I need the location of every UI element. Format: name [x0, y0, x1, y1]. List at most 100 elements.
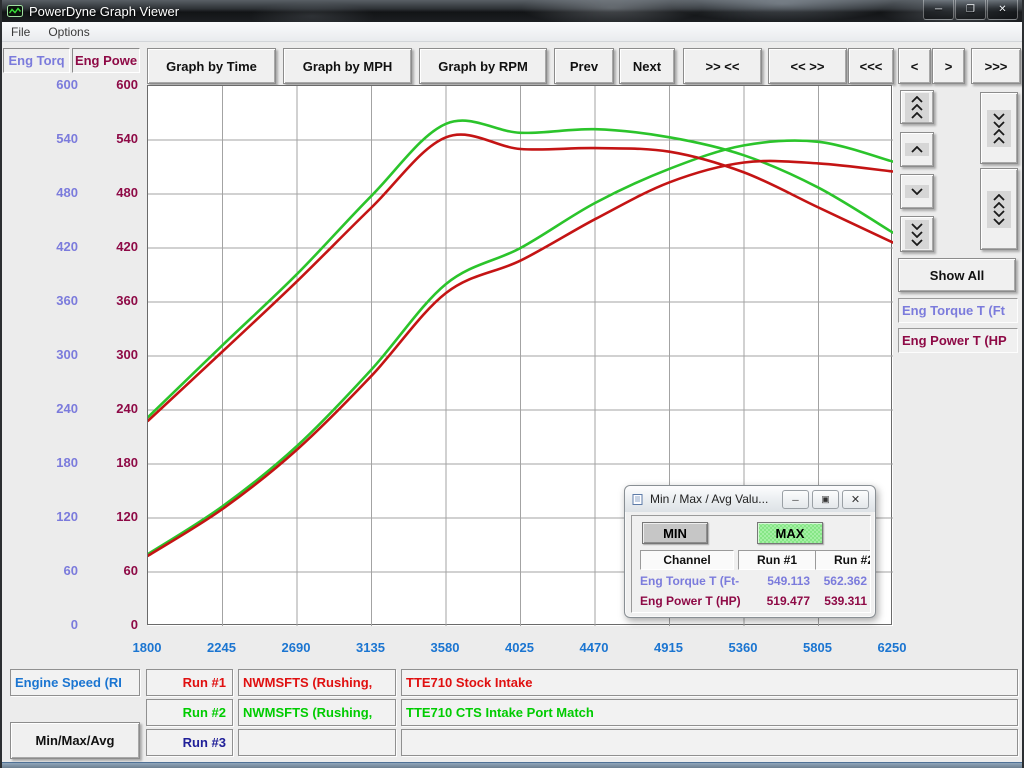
dialog-column-header-run-1: Run #1 — [738, 550, 816, 570]
dialog-column-header-channel: Channel — [640, 550, 734, 570]
run-desc-text-2: TTE710 CTS Intake Port Match — [406, 705, 594, 720]
toolbar-button-[interactable]: <<< — [848, 48, 894, 84]
toolbar-button-graph-by-time[interactable]: Graph by Time — [147, 48, 276, 84]
run-label-box-1: Run #1 — [146, 669, 233, 696]
close-button[interactable]: ✕ — [987, 0, 1018, 20]
y-tick-power-540: 540 — [82, 131, 138, 147]
x-axis-channel-box: Engine Speed (RI — [10, 669, 140, 696]
run-file-box-1: NWMSFTS (Rushing, — [238, 669, 396, 696]
y-tick-power-360: 360 — [82, 293, 138, 309]
x-tick-4915: 4915 — [639, 640, 699, 656]
dialog-title: Min / Max / Avg Valu... — [650, 492, 768, 506]
toolbar-button-graph-by-rpm[interactable]: Graph by RPM — [419, 48, 547, 84]
y-tick-power-480: 480 — [82, 185, 138, 201]
y-tick-power-420: 420 — [82, 239, 138, 255]
run-desc-box-1: TTE710 Stock Intake — [401, 669, 1018, 696]
y-tick-torque-0: 0 — [16, 617, 78, 633]
x-tick-4470: 4470 — [564, 640, 624, 656]
chevrons-converge-icon — [987, 110, 1011, 147]
tab-eng-torque[interactable]: Eng Torq — [3, 48, 70, 73]
menu-options[interactable]: Options — [39, 23, 98, 41]
minimize-button[interactable]: ─ — [923, 0, 954, 20]
dialog-titlebar[interactable]: Min / Max / Avg Valu... ─ ▣ ✕ — [625, 486, 875, 512]
y-tick-torque-420: 420 — [16, 239, 78, 255]
scroll-bottom-button[interactable] — [900, 216, 934, 252]
chevron-down-icon — [905, 185, 929, 198]
toolbar-button-[interactable]: > — [932, 48, 965, 84]
dialog-row-run2-value-1: 562.362 — [815, 574, 867, 588]
toolbar-button-next[interactable]: Next — [619, 48, 675, 84]
compress-scale-button[interactable] — [980, 92, 1018, 164]
channel-label-power[interactable]: Eng Power T (HP — [898, 328, 1018, 353]
min-button-label: MIN — [663, 526, 687, 541]
window-bottom-border — [2, 762, 1024, 768]
dialog-panel: MIN MAX ChannelRun #1Run #2 Eng Torque T … — [631, 515, 871, 613]
dialog-row-run2-value-2: 539.311 — [815, 594, 867, 608]
toolbar-button-[interactable]: << >> — [768, 48, 847, 84]
x-tick-4025: 4025 — [490, 640, 550, 656]
x-tick-3135: 3135 — [341, 640, 401, 656]
dialog-close-button[interactable]: ✕ — [842, 490, 869, 509]
y-tick-torque-480: 480 — [16, 185, 78, 201]
toolbar-button-prev[interactable]: Prev — [554, 48, 614, 84]
titlebar[interactable]: PowerDyne Graph Viewer ─ ❐ ✕ — [2, 0, 1024, 22]
y-tick-torque-240: 240 — [16, 401, 78, 417]
run-desc-text-1: TTE710 Stock Intake — [406, 675, 532, 690]
x-tick-1800: 1800 — [117, 640, 177, 656]
toolbar-button-graph-by-mph[interactable]: Graph by MPH — [283, 48, 412, 84]
scroll-up-button[interactable] — [900, 132, 934, 167]
dialog-row-run1-value-2: 519.477 — [738, 594, 810, 608]
dialog-row-channel-1: Eng Torque T (Ft- — [640, 574, 739, 588]
dialog-icon — [632, 493, 645, 506]
x-tick-5360: 5360 — [713, 640, 773, 656]
tab-eng-power[interactable]: Eng Powe — [72, 48, 140, 73]
dialog-row-channel-2: Eng Power T (HP) — [640, 594, 741, 608]
run-file-text-2: NWMSFTS (Rushing, — [243, 705, 372, 720]
expand-scale-button[interactable] — [980, 168, 1018, 250]
run-file-box-3 — [238, 729, 396, 756]
menu-file[interactable]: File — [2, 23, 39, 41]
scroll-top-button[interactable] — [900, 90, 934, 124]
dialog-minimize-button[interactable]: ─ — [782, 490, 809, 509]
y-tick-power-600: 600 — [82, 77, 138, 93]
toolbar-button-[interactable]: >>> — [971, 48, 1021, 84]
dialog-row-run1-value-1: 549.113 — [738, 574, 810, 588]
scroll-down-button[interactable] — [900, 174, 934, 209]
app-icon — [7, 3, 23, 19]
run-label-2: Run #2 — [183, 705, 226, 720]
x-tick-2245: 2245 — [192, 640, 252, 656]
y-tick-power-240: 240 — [82, 401, 138, 417]
window-title: PowerDyne Graph Viewer — [29, 4, 179, 19]
chevron-triple-down-icon — [905, 220, 929, 249]
x-tick-2690: 2690 — [266, 640, 326, 656]
run-desc-box-2: TTE710 CTS Intake Port Match — [401, 699, 1018, 726]
y-tick-power-180: 180 — [82, 455, 138, 471]
min-button[interactable]: MIN — [642, 522, 708, 544]
restore-button[interactable]: ❐ — [955, 0, 986, 20]
dialog-column-header-run-2: Run #2 — [815, 550, 871, 570]
dialog-restore-button[interactable]: ▣ — [812, 490, 839, 509]
y-tick-torque-180: 180 — [16, 455, 78, 471]
y-tick-torque-360: 360 — [16, 293, 78, 309]
minmaxavg-button[interactable]: Min/Max/Avg — [10, 722, 140, 759]
y-tick-power-120: 120 — [82, 509, 138, 525]
max-button-label: MAX — [776, 526, 805, 541]
run-label-3: Run #3 — [183, 735, 226, 750]
max-button[interactable]: MAX — [757, 522, 823, 544]
run-label-box-2: Run #2 — [146, 699, 233, 726]
chevron-up-icon — [905, 143, 929, 156]
show-all-button[interactable]: Show All — [898, 258, 1016, 292]
y-tick-torque-600: 600 — [16, 77, 78, 93]
y-tick-torque-120: 120 — [16, 509, 78, 525]
minmax-dialog: Min / Max / Avg Valu... ─ ▣ ✕ MIN MAX Ch… — [624, 485, 876, 618]
run-file-box-2: NWMSFTS (Rushing, — [238, 699, 396, 726]
run-file-text-1: NWMSFTS (Rushing, — [243, 675, 372, 690]
y-tick-torque-540: 540 — [16, 131, 78, 147]
menubar: File Options — [2, 22, 1024, 42]
run-label-1: Run #1 — [183, 675, 226, 690]
app-window: PowerDyne Graph Viewer ─ ❐ ✕ File Option… — [0, 0, 1024, 768]
channel-label-torque[interactable]: Eng Torque T (Ft — [898, 298, 1018, 323]
toolbar-button-[interactable]: < — [898, 48, 931, 84]
x-axis-channel-label: Engine Speed (RI — [15, 675, 122, 690]
toolbar-button-[interactable]: >> << — [683, 48, 762, 84]
